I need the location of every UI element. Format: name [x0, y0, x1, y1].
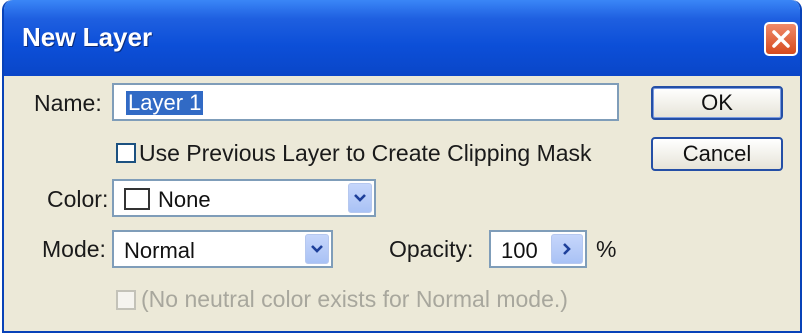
opacity-slider-button[interactable] — [551, 234, 583, 264]
chevron-down-icon — [354, 194, 366, 202]
opacity-label: Opacity: — [389, 236, 474, 262]
chevron-right-icon — [563, 243, 571, 255]
color-swatch — [124, 188, 150, 210]
new-layer-dialog: New Layer Name: Layer 1 OK Cancel Use Pr… — [2, 0, 802, 333]
neutral-color-label: (No neutral color exists for Normal mode… — [141, 286, 568, 312]
color-label: Color: — [47, 186, 109, 212]
neutral-color-checkbox[interactable] — [116, 290, 136, 310]
title-bar[interactable]: New Layer — [4, 0, 800, 76]
close-button[interactable] — [764, 22, 798, 56]
opacity-value: 100 — [501, 238, 538, 263]
mode-select-value: Normal — [124, 238, 195, 263]
color-dropdown-button[interactable] — [348, 183, 372, 213]
close-icon — [772, 30, 790, 48]
color-select-value: None — [158, 187, 211, 212]
mode-label: Mode: — [42, 236, 106, 262]
opacity-unit: % — [596, 236, 617, 262]
name-input[interactable]: Layer 1 — [112, 83, 619, 121]
clipping-mask-checkbox[interactable] — [116, 143, 136, 163]
color-select[interactable]: None — [112, 179, 376, 217]
cancel-button[interactable]: Cancel — [651, 137, 783, 171]
mode-dropdown-button[interactable] — [305, 234, 329, 264]
name-input-value: Layer 1 — [126, 90, 204, 115]
name-label: Name: — [34, 90, 102, 116]
clipping-mask-label: Use Previous Layer to Create Clipping Ma… — [139, 140, 592, 166]
mode-select[interactable]: Normal — [112, 230, 333, 268]
opacity-input[interactable]: 100 — [489, 230, 587, 268]
chevron-down-icon — [311, 245, 323, 253]
dialog-title: New Layer — [22, 22, 153, 52]
ok-button[interactable]: OK — [651, 86, 783, 120]
